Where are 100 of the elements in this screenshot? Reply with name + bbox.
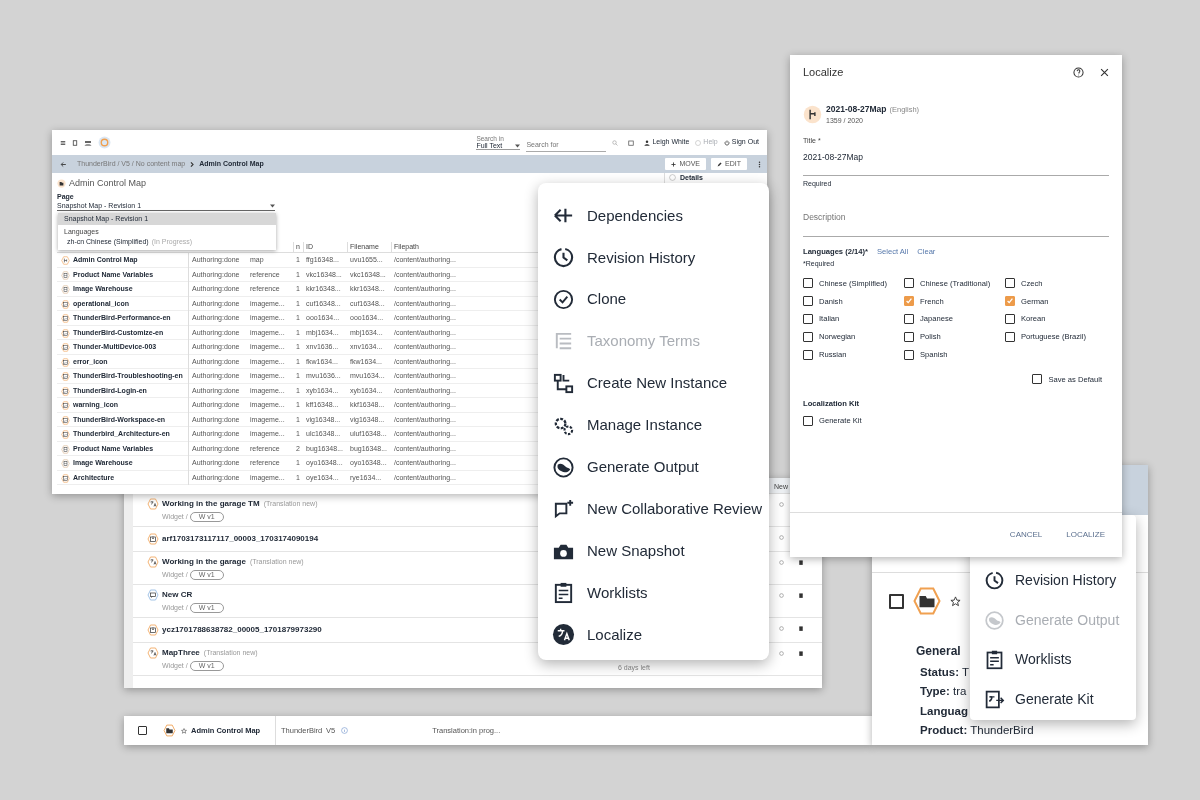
- checkbox[interactable]: [803, 349, 813, 360]
- person-icon: [644, 139, 651, 146]
- document-hexagon-icon: [61, 444, 70, 454]
- item-name: 2021-08-27Map: [826, 103, 887, 116]
- help-icon: [695, 139, 702, 146]
- menu-item[interactable]: Generate Output: [552, 446, 769, 489]
- field-value: 2021-08-27Map: [803, 150, 863, 164]
- menu-item[interactable]: Create New Instance: [552, 362, 769, 405]
- document-hexagon-icon: [61, 270, 70, 280]
- detail-text: Status: T: [920, 665, 969, 680]
- image-hexagon-icon: [61, 299, 70, 309]
- document-hexagon-icon: [61, 459, 70, 469]
- checkbox[interactable]: [803, 314, 813, 325]
- menu-item[interactable]: Localize: [552, 613, 769, 656]
- badge-icon: [552, 288, 575, 312]
- checkbox[interactable]: [1005, 332, 1015, 342]
- checkbox[interactable]: [138, 726, 147, 735]
- translate-hexagon-icon: [147, 497, 159, 510]
- image-hexagon-icon: [61, 343, 70, 353]
- checkbox[interactable]: [803, 416, 813, 427]
- move-icon: [671, 161, 677, 167]
- item-title[interactable]: arf1703173117117_00003_1703174090194: [162, 533, 319, 545]
- checkbox[interactable]: [1005, 296, 1015, 307]
- status-icon: [779, 593, 784, 598]
- download-hexagon-icon: [147, 533, 159, 545]
- back-arrow-icon: [60, 160, 67, 168]
- checkbox[interactable]: [803, 278, 813, 289]
- section-heading: General: [916, 643, 961, 660]
- checkbox[interactable]: [1032, 374, 1043, 385]
- chat-plus-icon: [552, 497, 575, 521]
- checkbox[interactable]: [904, 296, 914, 307]
- trash-icon: [799, 626, 803, 631]
- detail-text: Languag: [920, 703, 968, 719]
- download-hexagon-icon: [147, 624, 159, 636]
- image-hexagon-icon: [61, 401, 70, 411]
- menu-item[interactable]: New Snapshot: [552, 530, 769, 572]
- menu-item[interactable]: Dependencies: [552, 195, 769, 237]
- image-hexagon-icon: [61, 314, 70, 324]
- folder-hexagon-icon: [163, 724, 176, 737]
- export-icon: [984, 688, 1005, 710]
- item-title[interactable]: Working in the garage: [162, 555, 246, 568]
- clock-history-icon: [984, 570, 1005, 592]
- checkbox[interactable]: [904, 349, 914, 360]
- checkbox[interactable]: [904, 332, 914, 342]
- dialog-title: Localize: [803, 64, 844, 80]
- clock-history-icon: [552, 246, 575, 270]
- checkbox[interactable]: [1005, 278, 1015, 289]
- menu-item[interactable]: Generate Kit: [984, 679, 1136, 719]
- folder-hexagon-icon: [912, 586, 942, 616]
- clipboard-icon: [984, 649, 1005, 671]
- image-hexagon-icon: [61, 357, 70, 367]
- menu-item[interactable]: New Collaborative Review: [552, 488, 769, 531]
- item-title[interactable]: New CR: [162, 588, 193, 601]
- menu-item[interactable]: Revision History: [552, 236, 769, 279]
- kebab-icon: [758, 160, 761, 168]
- checkbox[interactable]: [1005, 314, 1015, 325]
- caret-icon: [270, 203, 275, 208]
- chat-hexagon-icon: [147, 588, 159, 601]
- image-hexagon-icon: [61, 328, 70, 338]
- menu-item[interactable]: Revision History: [984, 561, 1136, 601]
- power-icon: [723, 139, 730, 146]
- chevron-icon: [190, 161, 195, 167]
- item-title[interactable]: MapThree: [162, 646, 200, 659]
- close-button[interactable]: [1100, 67, 1109, 77]
- checkbox[interactable]: [904, 278, 914, 289]
- item-title[interactable]: Working in the garage TM: [162, 497, 260, 510]
- detail-text: Product: ThunderBird: [920, 722, 1034, 738]
- map-icon: [57, 179, 66, 188]
- item-title[interactable]: ycz1701788638782_00005_1701879973290: [162, 624, 322, 636]
- menu-icon: [60, 139, 66, 146]
- menu-item[interactable]: Worklists: [984, 640, 1136, 680]
- expand-icon: [669, 174, 676, 181]
- detail-text: Type: tra: [920, 684, 967, 700]
- status-icon: [779, 502, 784, 507]
- image-hexagon-icon: [61, 473, 70, 483]
- map-hexagon-icon: [61, 256, 70, 266]
- checkbox[interactable]: [803, 296, 813, 307]
- checkbox[interactable]: [803, 332, 813, 342]
- pencil-icon: [717, 161, 723, 167]
- trash-icon: [799, 651, 803, 656]
- translate-hexagon-icon: [147, 555, 159, 568]
- translate-hexagon-icon: [147, 646, 159, 659]
- image-hexagon-icon: [61, 430, 70, 440]
- info-icon: [341, 727, 349, 734]
- menu-item[interactable]: Worklists: [552, 572, 769, 614]
- page-title: Admin Control Map: [69, 176, 147, 190]
- people-icon: [84, 139, 92, 146]
- localize-button[interactable]: LOCALIZE: [1066, 529, 1105, 541]
- caret-icon: [515, 143, 521, 148]
- status-icon: [779, 560, 784, 565]
- trash-icon: [799, 560, 803, 565]
- cancel-button[interactable]: CANCEL: [1009, 529, 1043, 541]
- star-icon: [181, 727, 187, 734]
- flowchart-circle-icon: [803, 105, 822, 125]
- menu-item[interactable]: Manage Instance: [552, 404, 769, 447]
- checkbox[interactable]: [889, 593, 904, 609]
- calendar-icon: [628, 139, 635, 146]
- menu-item[interactable]: Clone: [552, 278, 769, 321]
- image-hexagon-icon: [61, 386, 70, 396]
- checkbox[interactable]: [904, 314, 914, 325]
